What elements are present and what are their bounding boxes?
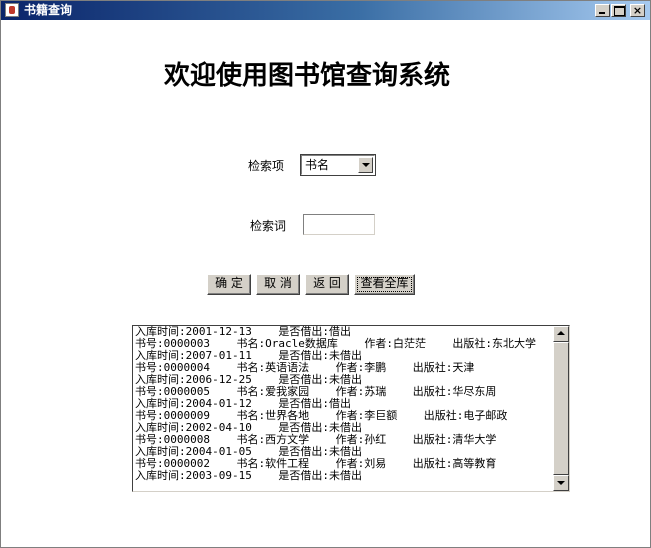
page-title: 欢迎使用图书馆查询系统 xyxy=(163,61,450,91)
close-button[interactable]: × xyxy=(630,4,645,17)
search-field-value: 书名 xyxy=(305,158,330,172)
results-textarea[interactable]: 入库时间:2001-12-13 是否借出:借出 书号:0000003 书名:Ora… xyxy=(132,325,570,492)
search-term-input[interactable] xyxy=(303,214,375,235)
back-button[interactable]: 返 回 xyxy=(305,274,349,295)
scrollbar-thumb[interactable] xyxy=(553,342,569,475)
chevron-down-icon[interactable] xyxy=(358,157,373,173)
search-field-select[interactable]: 书名 xyxy=(300,154,376,176)
ok-button[interactable]: 确 定 xyxy=(207,274,251,295)
result-line: 入库时间:2003-09-15 是否借出:未借出 xyxy=(135,469,362,482)
scroll-down-arrow-icon[interactable] xyxy=(553,475,569,491)
search-field-label: 检索项 xyxy=(248,159,285,173)
view-all-button[interactable]: 查看全库 xyxy=(354,274,415,295)
title-bar[interactable]: 书籍查询 × xyxy=(1,1,650,20)
app-window: 书籍查询 × 欢迎使用图书馆查询系统 检索项 书名 检索词 确 定 取 消 返 … xyxy=(0,0,651,548)
scroll-up-arrow-icon[interactable] xyxy=(553,326,569,342)
vertical-scrollbar[interactable] xyxy=(553,326,569,491)
java-app-icon xyxy=(5,3,19,17)
minimize-button[interactable] xyxy=(595,4,610,17)
close-icon: × xyxy=(632,4,643,17)
window-title: 书籍查询 xyxy=(24,3,73,17)
search-term-label: 检索词 xyxy=(250,219,287,233)
cancel-button[interactable]: 取 消 xyxy=(256,274,300,295)
maximize-icon xyxy=(614,6,625,16)
results-list: 入库时间:2001-12-13 是否借出:借出 书号:0000003 书名:Ora… xyxy=(135,326,553,482)
minimize-icon xyxy=(599,12,605,14)
maximize-button[interactable] xyxy=(611,4,626,17)
